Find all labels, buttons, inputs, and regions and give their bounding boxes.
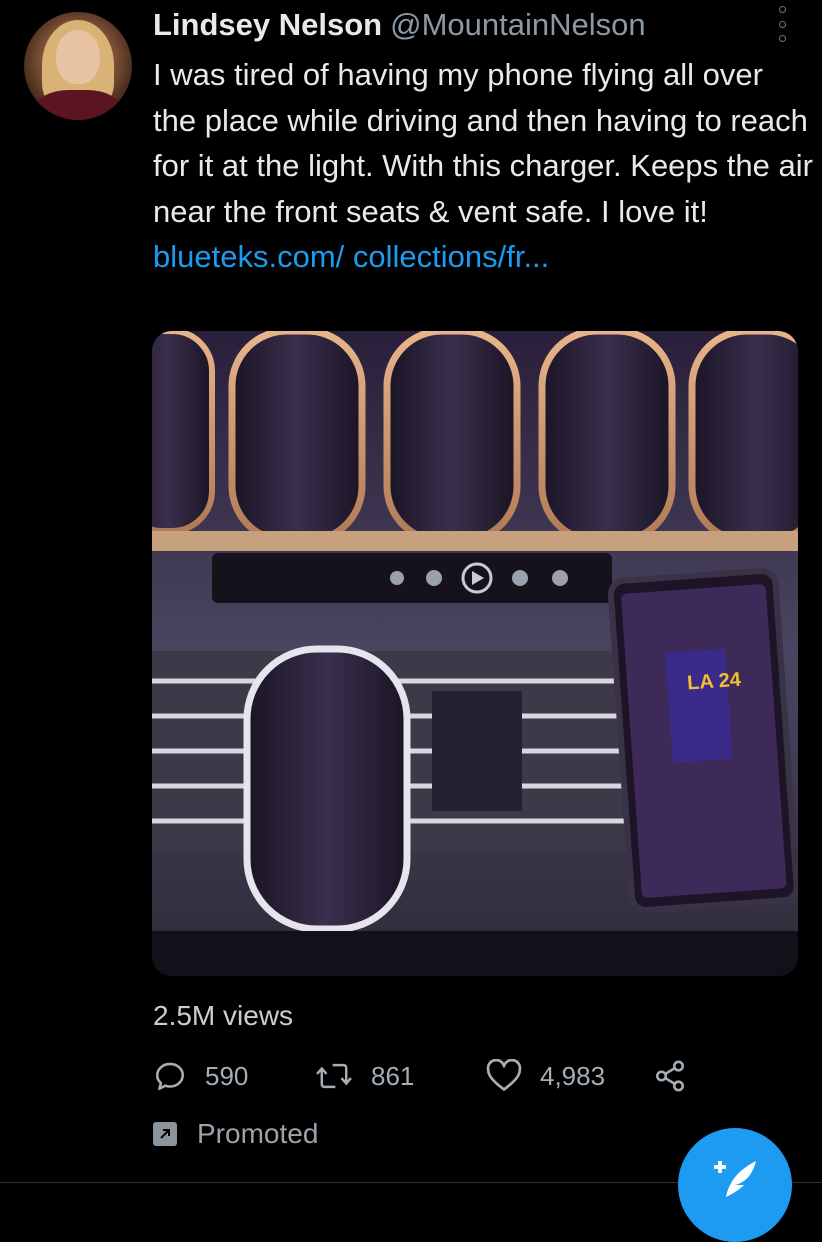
view-count: 2.5M views [153, 1000, 294, 1031]
heart-icon [486, 1059, 522, 1091]
reply-count: 590 [205, 1060, 249, 1091]
tweet-header: Lindsey Nelson @MountainNelson [153, 6, 646, 44]
tweet-body: I was tired of having my phone flying al… [153, 57, 813, 229]
share-icon [655, 1060, 685, 1092]
jersey-number: LA 24 [687, 669, 743, 695]
avatar-face [56, 30, 100, 84]
action-bar: 590 861 4,983 [153, 1056, 713, 1096]
promoted-text: Promoted [197, 1118, 319, 1149]
compose-tweet-icon [714, 1161, 756, 1197]
promoted-arrow-icon [153, 1122, 177, 1146]
more-vertical-icon[interactable] [772, 6, 792, 42]
avatar[interactable] [24, 12, 132, 120]
retweet-count: 861 [371, 1060, 415, 1091]
share-button[interactable] [653, 1056, 705, 1096]
retweet-icon [316, 1063, 352, 1089]
like-button[interactable]: 4,983 [486, 1056, 605, 1096]
compose-tweet-button[interactable] [678, 1128, 792, 1242]
author-name[interactable]: Lindsey Nelson [153, 7, 382, 42]
tweet-text: I was tired of having my phone flying al… [153, 52, 813, 280]
avatar-body [34, 90, 122, 120]
retweet-button[interactable]: 861 [315, 1056, 414, 1096]
tweet-media-video[interactable]: LA 24 [152, 331, 798, 976]
reply-icon [155, 1062, 185, 1091]
promoted-label: Promoted [153, 1118, 318, 1150]
tweet-link[interactable]: blueteks.com/ collections/fr... [153, 239, 549, 274]
author-handle[interactable]: @MountainNelson [390, 7, 646, 42]
media-illustration: LA 24 [152, 331, 798, 976]
reply-button[interactable]: 590 [153, 1056, 248, 1096]
like-count: 4,983 [540, 1060, 606, 1091]
